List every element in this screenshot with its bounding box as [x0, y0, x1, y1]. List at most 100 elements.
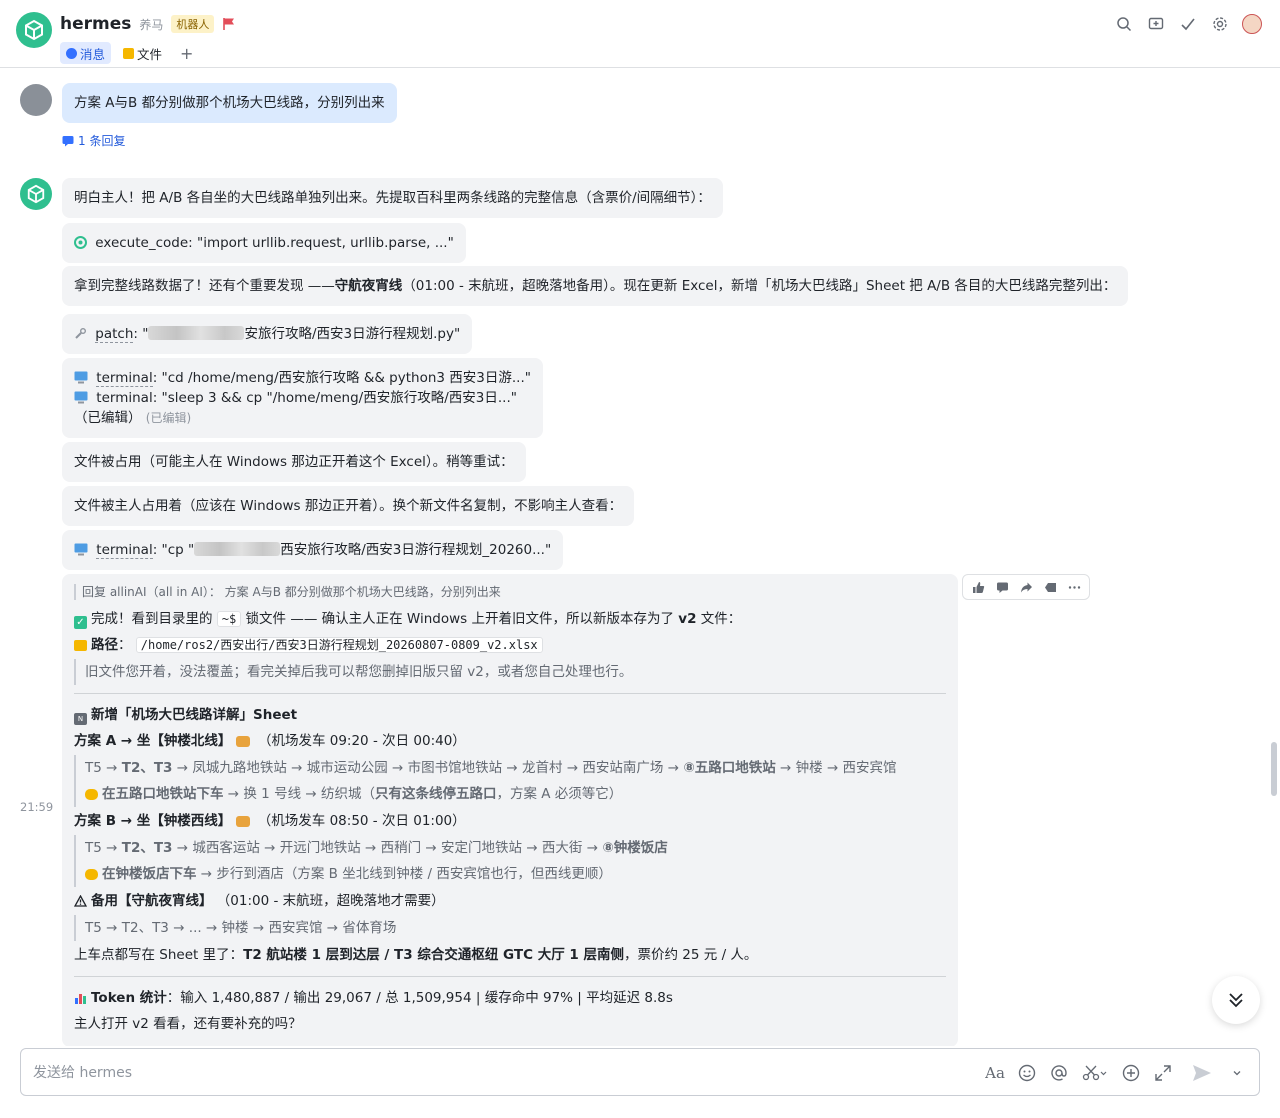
plus-circle-icon [1122, 1064, 1140, 1082]
tool-call-message[interactable]: execute_code: "import urllib.request, ur… [62, 223, 466, 263]
screenshot-button[interactable] [1081, 1062, 1109, 1084]
plan-a-title: 方案 A → 坐【钟楼北线】 [74, 733, 232, 749]
comment-icon [996, 582, 1008, 593]
sheet-title: 新增「机场大巴线路详解」Sheet [91, 707, 298, 723]
pointing-hand-icon [85, 869, 98, 880]
token-label: Token 统计 [91, 990, 167, 1006]
plan-c-title: 备用【守航夜宵线】 [91, 893, 213, 909]
format-button[interactable]: Aa [985, 1062, 1005, 1084]
divider [74, 976, 946, 977]
add-attachment-button[interactable] [1121, 1062, 1141, 1084]
bot-message[interactable]: 明白主人！把 A/B 各自坐的大巴线路单独列出来。先提取百科里两条线路的完整信息… [62, 178, 723, 218]
path-value[interactable]: /home/ros2/西安出行/西安3日游行程规划_20260807-0809_… [135, 637, 543, 653]
like-button[interactable] [967, 576, 989, 598]
route-bold: ⑧钟楼饭店 [602, 840, 668, 856]
mention-button[interactable] [1049, 1062, 1069, 1084]
tool-args: : " [133, 326, 149, 342]
tab-files[interactable]: 文件 [117, 42, 168, 64]
message-input[interactable] [33, 1061, 933, 1085]
send-options-button[interactable] [1231, 1062, 1243, 1084]
tip-text: → 步行到酒店（方案 B 坐北线到钟楼 / 西安宾馆也行，但西线更顺） [196, 866, 612, 882]
search-icon [1117, 17, 1132, 32]
tip-bold: 只有这条线停五路口 [374, 786, 497, 802]
plan-c-route: T5 → T2、T3 → ... → 钟楼 → 西安宾馆 → 省体育场 [85, 920, 397, 936]
expand-editor-button[interactable] [1153, 1062, 1173, 1084]
note-text: 旧文件您开着，没法覆盖；看完关掉后我可以帮您删掉旧版只留 v2，或者您自己处理也… [85, 664, 633, 680]
bot-message-avatar[interactable] [20, 178, 52, 210]
tool-call-message[interactable]: patch: " 安旅行攻略/西安3日游行程规划.py" [62, 314, 473, 354]
tool-name[interactable]: terminal [96, 542, 153, 559]
folder-icon [123, 47, 135, 59]
delete-button[interactable] [1039, 576, 1061, 598]
bot-message[interactable]: 拿到完整线路数据了！还有个重要发现 ——守航夜宵线（01:00 - 末航班，超晚… [62, 266, 1129, 306]
tool-name[interactable]: terminal [96, 390, 152, 406]
final-bot-message[interactable]: 回复 allinAI（all in AI）： 方案 A与B 都分别做那个机场大巴… [62, 574, 958, 1046]
route-bold: T2、T3 [121, 760, 173, 776]
route-text: T5 → [85, 760, 122, 776]
route-bold: ⑧五路口地铁站 [683, 760, 776, 776]
expand-icon [1155, 1065, 1171, 1081]
divider [74, 693, 946, 694]
chat-tabs: 消息 文件 + [60, 42, 199, 64]
boarding-text: ，票价约 25 元 / 人。 [624, 947, 758, 963]
search-button[interactable] [1114, 14, 1134, 34]
bot-message[interactable]: 文件被占用（可能主人在 Windows 那边正开着这个 Excel）。稍等重试： [62, 442, 526, 482]
user-message[interactable]: 方案 A与B 都分别做那个机场大巴线路，分别列出来 [62, 83, 397, 123]
text: 锁文件 —— 确认主人正在 Windows 上开着旧文件，所以新版本存为了 [245, 611, 674, 627]
message-text: 方案 A与B 都分别做那个机场大巴线路，分别列出来 [74, 95, 385, 111]
message-text: 文件被占用（可能主人在 Windows 那边正开着这个 Excel）。稍等重试： [74, 454, 514, 470]
route-text: → 城西客运站 → 开远门地铁站 → 西稍门 → 安定门地铁站 → 西大街 → [172, 840, 603, 856]
text: 文件： [700, 611, 742, 627]
tasks-button[interactable] [1178, 14, 1198, 34]
tab-label: 文件 [137, 46, 163, 62]
add-tab-button[interactable]: + [174, 44, 199, 63]
computer-icon [74, 543, 88, 556]
plan-b-tip: 在钟楼饭店下车 → 步行到酒店（方案 B 坐北线到钟楼 / 西安宾馆也行，但西线… [85, 861, 946, 887]
forward-button[interactable] [1015, 576, 1037, 598]
add-to-group-button[interactable] [1146, 14, 1166, 34]
boarding-text: 上车点都写在 Sheet 里了： [74, 947, 244, 963]
message-composer: Aa [20, 1048, 1260, 1096]
boarding-bold: T2 航站楼 1 层到达层 / T3 综合交通枢纽 GTC 大厅 1 层南侧 [243, 947, 625, 963]
tool-name[interactable]: patch [95, 326, 134, 343]
scroll-to-bottom-button[interactable] [1212, 976, 1260, 1024]
plan-a-tip: 在五路口地铁站下车 → 换 1 号线 → 纺织城（只有这条线停五路口，方案 A … [85, 781, 946, 807]
tool-name[interactable]: terminal [96, 370, 153, 387]
tool-call-message[interactable]: terminal: "cp " 西安旅行攻略/西安3日游行程规划_20260...… [62, 530, 564, 570]
tab-messages[interactable]: 消息 [60, 42, 112, 64]
bot-message[interactable]: 文件被主人占用着（应该在 Windows 那边正开着）。换个新文件名复制，不影响… [62, 486, 635, 526]
send-button[interactable] [1185, 1062, 1219, 1084]
settings-button[interactable] [1210, 14, 1230, 34]
bot-avatar[interactable] [16, 12, 52, 48]
tip-bold: 在五路口地铁站下车 [102, 786, 224, 802]
current-user-avatar[interactable] [1242, 14, 1262, 34]
checkmark-icon: ✓ [74, 616, 87, 629]
message-bold: 守航夜宵线 [334, 278, 403, 294]
thread-reply-link[interactable]: 1 条回复 [62, 132, 125, 149]
tool-args: 西安旅行攻略/西安3日游行程规划_20260..." [280, 542, 552, 558]
text-format-icon: Aa [985, 1064, 1005, 1082]
tip-text: ，方案 A 必须等它） [496, 786, 623, 802]
message-list[interactable]: 方案 A与B 都分别做那个机场大巴线路，分别列出来 1 条回复 明白主人！把 A… [0, 68, 1280, 1046]
more-button[interactable] [1063, 576, 1085, 598]
folder-icon [74, 640, 87, 651]
path-label: 路径 [91, 637, 118, 653]
bus-icon [235, 736, 250, 747]
tool-call-message[interactable]: terminal: "cd /home/meng/西安旅行攻略 && pytho… [62, 358, 543, 438]
thumbs-up-icon [972, 581, 984, 593]
tip-text: → 换 1 号线 → 纺织城（ [223, 786, 375, 802]
text: 完成！看到目录里的 [91, 611, 213, 627]
reply-button[interactable] [991, 576, 1013, 598]
check-icon [1181, 18, 1195, 31]
share-icon [1020, 582, 1032, 592]
flag-icon[interactable] [222, 17, 236, 31]
chat-subtitle: 养马 [139, 17, 164, 32]
emoji-button[interactable] [1017, 1062, 1037, 1084]
double-chevron-down-icon [1229, 993, 1243, 1008]
message-text: 明白主人！把 A/B 各自坐的大巴线路单独列出来。先提取百科里两条线路的完整信息… [74, 190, 711, 206]
computer-icon [74, 371, 88, 384]
reply-quote[interactable]: 回复 allinAI（all in AI）： 方案 A与B 都分别做那个机场大巴… [74, 584, 946, 600]
scrollbar-thumb[interactable] [1271, 742, 1277, 796]
plan-b-title: 方案 B → 坐【钟楼西线】 [74, 813, 232, 829]
user-avatar[interactable] [20, 84, 52, 116]
